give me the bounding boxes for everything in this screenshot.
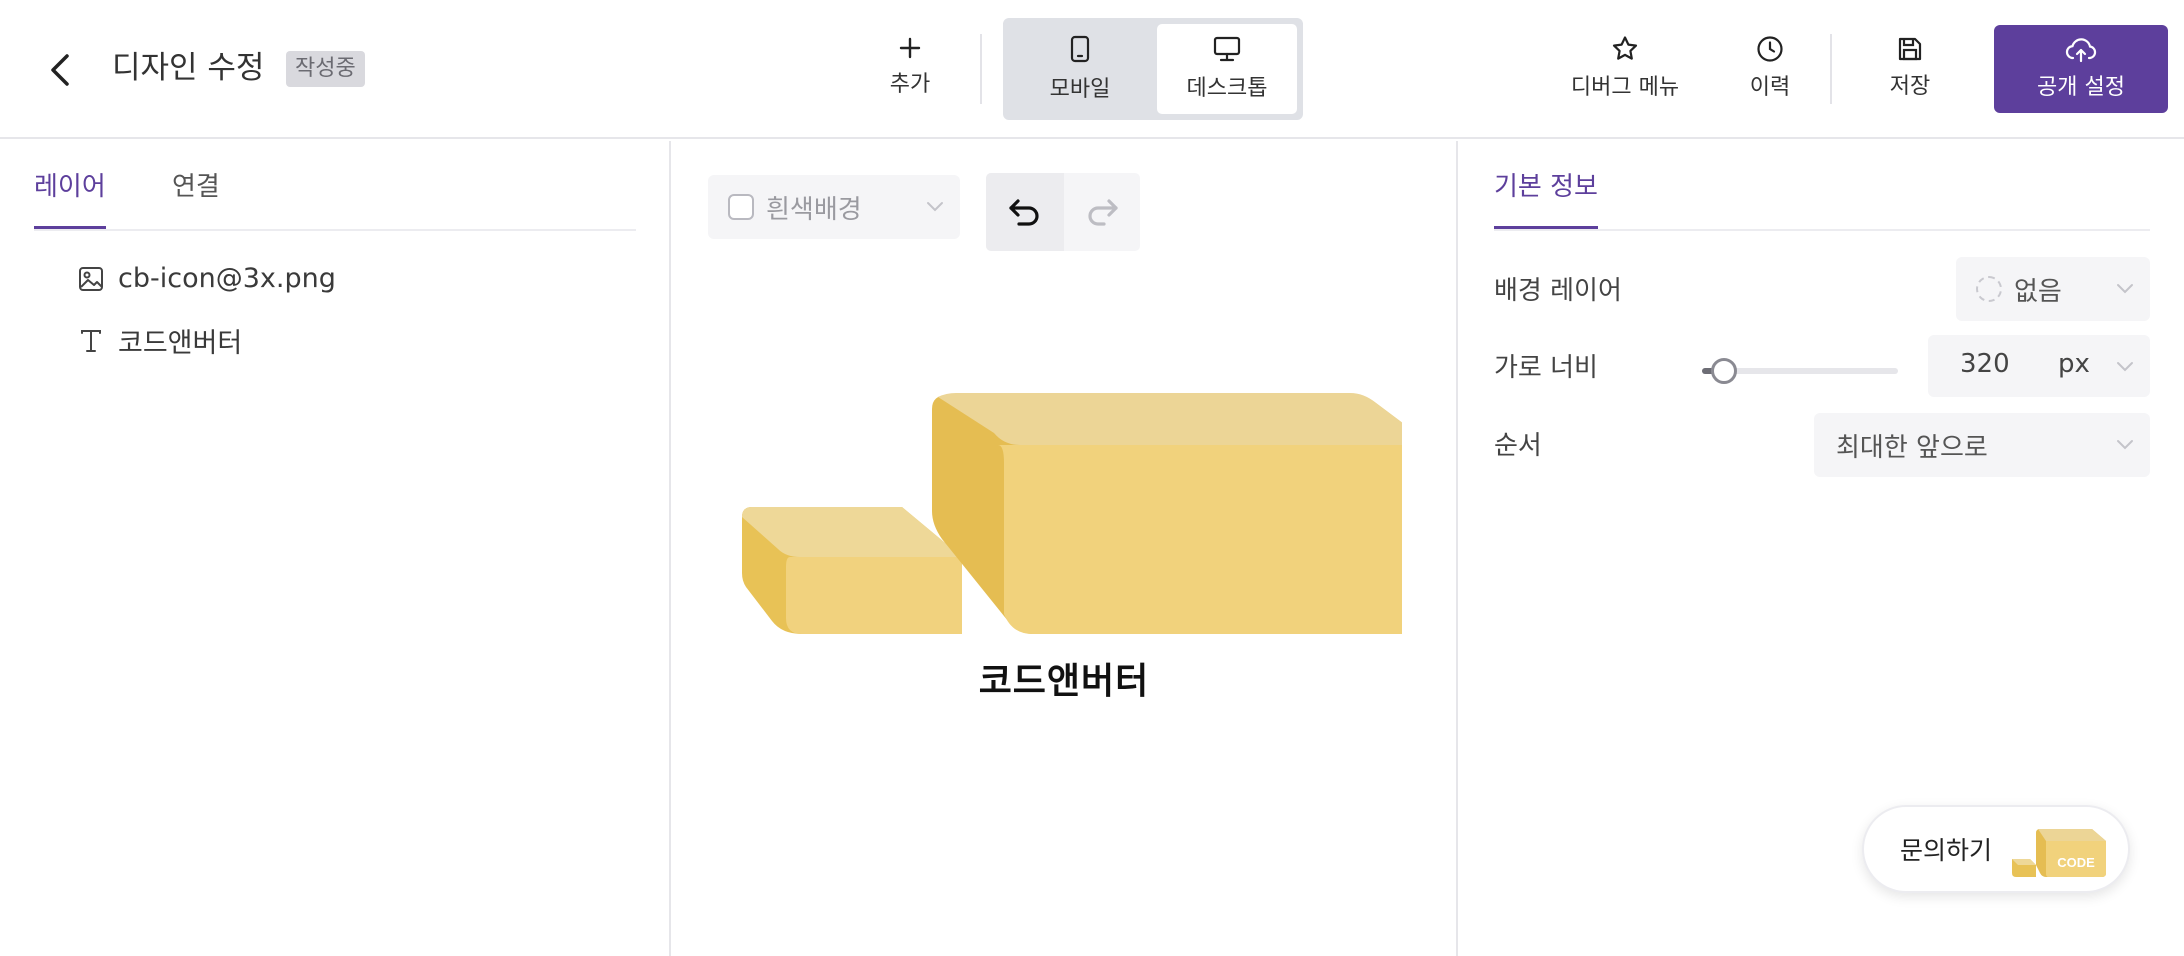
- canvas-text[interactable]: 코드앤버터: [672, 652, 1456, 704]
- order-select[interactable]: 최대한 앞으로: [1814, 413, 2150, 477]
- tab-connections[interactable]: 연결: [172, 165, 220, 229]
- layers-panel: 레이어 연결 cb-icon@3x.png 코드앤버터: [0, 141, 671, 956]
- inquiry-button[interactable]: 문의하기 CODE: [1862, 805, 2130, 893]
- width-input[interactable]: 320 px: [1928, 335, 2150, 397]
- tab-layers[interactable]: 레이어: [34, 165, 106, 229]
- code-and-butter-logo: CODE: [2012, 829, 2106, 877]
- monitor-icon: [1213, 36, 1241, 62]
- right-tabs: 기본 정보: [1494, 141, 2150, 231]
- bg-layer-value: 없음: [2014, 276, 2062, 307]
- undo-button[interactable]: [986, 173, 1064, 251]
- background-select-label: 흰색배경: [766, 194, 862, 225]
- header: 디자인 수정 작성중 추가 모바일 데스크톱 디버그 메뉴 이력 저장 공개 설…: [0, 0, 2184, 139]
- status-badge: 작성중: [286, 51, 365, 87]
- left-tabs: 레이어 연결: [34, 141, 636, 231]
- history-controls: [986, 173, 1140, 251]
- device-toggle: 모바일 데스크톱: [1003, 18, 1303, 120]
- width-label: 가로 너비: [1494, 353, 1598, 383]
- mobile-label: 모바일: [1049, 77, 1111, 102]
- cloud-upload-icon: [2065, 38, 2097, 63]
- floppy-disk-icon: [1898, 37, 1922, 61]
- debug-label: 디버그 메뉴: [1570, 75, 1680, 100]
- star-icon: [1612, 36, 1638, 60]
- mobile-view-button[interactable]: 모바일: [1009, 24, 1151, 114]
- redo-button[interactable]: [1064, 173, 1140, 251]
- add-button[interactable]: 추가: [870, 28, 950, 106]
- white-background-checkbox[interactable]: [728, 194, 754, 220]
- chevron-down-icon: [2117, 284, 2133, 294]
- divider: [980, 34, 982, 104]
- back-button[interactable]: [40, 48, 80, 92]
- slider-thumb[interactable]: [1710, 358, 1737, 384]
- layer-item[interactable]: cb-icon@3x.png: [78, 263, 336, 294]
- design-canvas: 흰색배경 코드앤버터: [672, 141, 1456, 956]
- history-label: 이력: [1749, 75, 1791, 100]
- publish-settings-button[interactable]: 공개 설정: [1994, 25, 2168, 113]
- inquiry-label: 문의하기: [1900, 836, 1993, 865]
- chevron-down-icon: [2117, 440, 2133, 450]
- history-button[interactable]: 이력: [1730, 28, 1810, 108]
- smartphone-icon: [1070, 35, 1090, 63]
- page-title: 디자인 수정: [112, 50, 265, 86]
- save-label: 저장: [1889, 74, 1931, 99]
- desktop-view-button[interactable]: 데스크톱: [1157, 24, 1297, 114]
- svg-text:CODE: CODE: [2057, 855, 2095, 870]
- publish-label: 공개 설정: [2037, 75, 2125, 100]
- layer-item[interactable]: 코드앤버터: [78, 321, 242, 360]
- width-value: 320: [1960, 349, 2010, 379]
- add-label: 추가: [889, 72, 931, 97]
- tab-basic-info[interactable]: 기본 정보: [1494, 165, 1598, 229]
- chevron-left-icon: [51, 54, 69, 86]
- layer-label: cb-icon@3x.png: [118, 263, 336, 294]
- bg-layer-label: 배경 레이어: [1494, 276, 1622, 306]
- chevron-down-icon: [2117, 362, 2133, 372]
- redo-icon: [1088, 199, 1118, 226]
- width-slider[interactable]: [1702, 356, 1898, 386]
- divider: [1830, 34, 1832, 104]
- debug-menu-button[interactable]: 디버그 메뉴: [1560, 28, 1690, 108]
- chevron-down-icon: [927, 202, 943, 212]
- text-icon: [81, 329, 101, 352]
- desktop-label: 데스크톱: [1186, 76, 1268, 101]
- save-button[interactable]: 저장: [1870, 28, 1950, 108]
- order-value: 최대한 앞으로: [1836, 432, 1988, 463]
- width-unit: px: [2058, 349, 2090, 379]
- empty-circle-icon: [1976, 276, 2002, 302]
- image-icon: [79, 266, 103, 291]
- clock-icon: [1757, 36, 1783, 62]
- plus-icon: [899, 37, 921, 59]
- butter-image[interactable]: [742, 359, 1402, 639]
- bg-layer-select[interactable]: 없음: [1956, 257, 2150, 321]
- layer-label: 코드앤버터: [118, 328, 243, 359]
- order-label: 순서: [1494, 431, 1542, 461]
- undo-icon: [1009, 199, 1039, 226]
- background-select[interactable]: 흰색배경: [708, 175, 960, 239]
